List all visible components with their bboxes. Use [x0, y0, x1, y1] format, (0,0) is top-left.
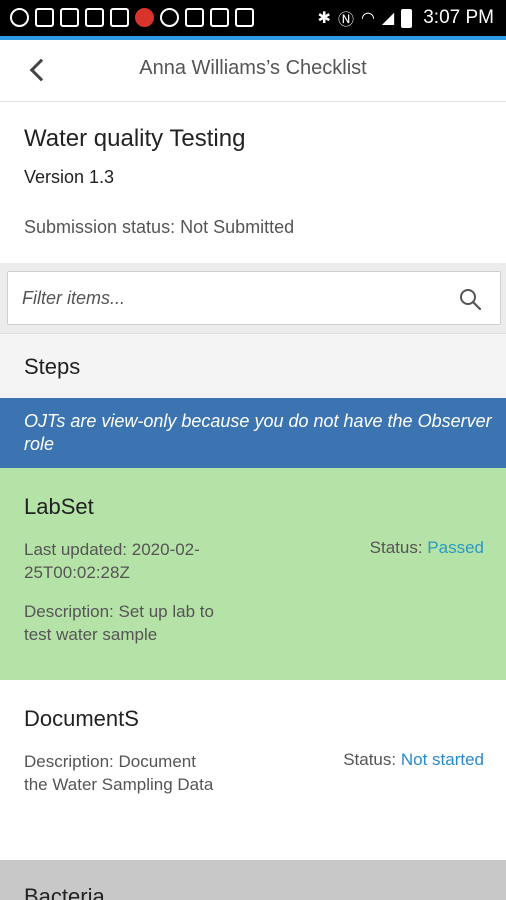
status-bar: ✱ Ⓝ ◠ ◢ 3:07 PM [0, 0, 506, 38]
section-title: Bacteria [24, 884, 105, 900]
description-line2: test water sample [24, 625, 158, 644]
mail-icon [110, 8, 129, 27]
notification-icons [10, 8, 254, 27]
notification-icon [10, 8, 29, 27]
battery-icon [401, 8, 413, 28]
signal-icon: ◢ [381, 10, 395, 27]
steps-title: Steps [24, 354, 81, 379]
step-item-documents[interactable]: DocumentS Description: Document the Wate… [0, 680, 506, 860]
app-badge-icon [135, 8, 154, 27]
status-value: Passed [427, 538, 484, 557]
mail-icon [35, 8, 54, 27]
description-line1: Description: Document [24, 752, 196, 771]
activity-icon [185, 8, 204, 27]
step-description: Description: Set up lab to test water sa… [24, 600, 254, 646]
filter-input[interactable] [22, 272, 442, 324]
checklist-title: Water quality Testing [24, 125, 246, 152]
banner-text: OJTs are view-only because you do not ha… [24, 411, 492, 454]
section-header-bacteria[interactable]: Bacteria [0, 860, 506, 900]
step-name: LabSet [24, 494, 94, 519]
document-icon [210, 8, 229, 27]
step-item-labset[interactable]: LabSet Last updated: 2020-02- 25T00:02:2… [0, 468, 506, 680]
search-icon[interactable] [458, 287, 482, 311]
filter-box [7, 271, 501, 325]
submission-status: Submission status: Not Submitted [24, 217, 295, 237]
status-value: Not started [400, 750, 484, 769]
clock-time: 3:07 PM [423, 7, 494, 28]
step-last-updated: Last updated: 2020-02- 25T00:02:28Z [24, 538, 254, 584]
nfc-icon: Ⓝ [337, 12, 354, 29]
last-updated-line2: 25T00:02:28Z [24, 563, 130, 582]
step-status: Status: Passed [370, 538, 484, 558]
steps-section-header: Steps [0, 333, 506, 398]
checklist-version: Version 1.3 [24, 167, 115, 187]
storage-icon [235, 8, 254, 27]
step-description: Description: Document the Water Sampling… [24, 750, 254, 796]
status-label: Status: [369, 538, 423, 557]
filter-area [0, 263, 506, 333]
page-title: Anna Williams’s Checklist [139, 57, 367, 79]
clock-icon [160, 8, 179, 27]
description-line2: the Water Sampling Data [24, 775, 214, 794]
view-only-banner: OJTs are view-only because you do not ha… [0, 398, 506, 468]
description-line1: Description: Set up lab to [24, 602, 214, 621]
app-header: Anna Williams’s Checklist [0, 40, 506, 102]
step-name: DocumentS [24, 706, 139, 731]
checkbox-icon [85, 8, 104, 27]
status-label: Status: [343, 750, 397, 769]
system-icons: ✱ Ⓝ ◠ ◢ 3:07 PM [318, 6, 494, 30]
last-updated-line1: Last updated: 2020-02- [24, 540, 200, 559]
wifi-icon: ◠ [360, 10, 375, 27]
checklist-info: Water quality Testing Version 1.3 Submis… [0, 103, 506, 263]
step-status: Status: Not started [343, 750, 484, 770]
bluetooth-icon: ✱ [317, 10, 331, 27]
mail-icon [60, 8, 79, 27]
